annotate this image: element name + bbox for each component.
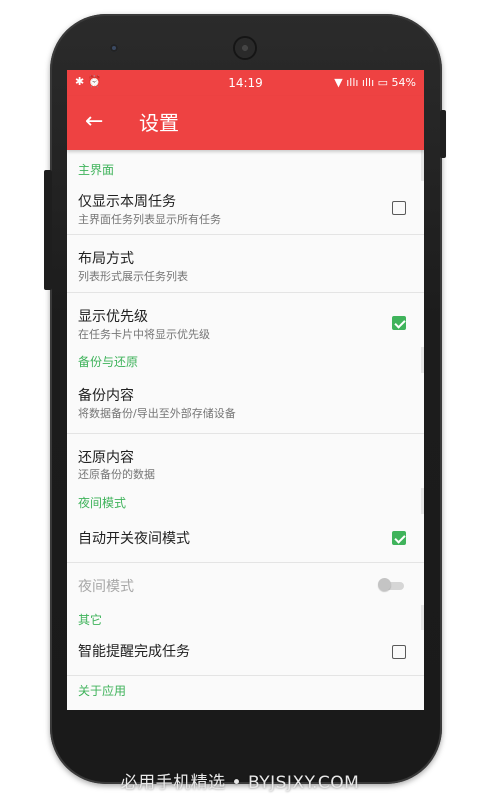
setting-title: 自动开关夜间模式 <box>78 531 190 547</box>
status-right: ▼ ıllı ıllı ▭ 54% <box>334 76 416 89</box>
signal-wifi-icons: ▼ ıllı ıllı ▭ <box>334 76 389 89</box>
screen: ✱ ⏰ 14:19 ▼ ıllı ıllı ▭ 54% ← 设置 主界面 仅显示… <box>67 70 424 710</box>
switch-knob <box>378 578 391 591</box>
setting-subtitle: 主界面任务列表显示所有任务 <box>78 213 221 226</box>
setting-smart-reminder[interactable]: 智能提醒完成任务 <box>67 631 424 676</box>
watermark-text: 必用手机精选 • BYJSJXY.COM <box>120 773 360 793</box>
setting-subtitle: 将数据备份/导出至外部存储设备 <box>78 407 236 420</box>
setting-night-mode: 夜间模式 <box>67 563 424 605</box>
power-button <box>440 110 446 158</box>
setting-title: 布局方式 <box>78 251 134 267</box>
setting-show-week-only[interactable]: 仅显示本周任务 主界面任务列表显示所有任务 <box>67 181 424 235</box>
checkbox-checked[interactable] <box>392 531 406 545</box>
setting-layout-mode[interactable]: 布局方式 列表形式展示任务列表 <box>67 235 424 293</box>
setting-title-disabled: 夜间模式 <box>78 579 134 595</box>
front-camera <box>110 44 118 52</box>
proximity-sensor <box>368 46 374 52</box>
status-bar: ✱ ⏰ 14:19 ▼ ıllı ıllı ▭ 54% <box>67 70 424 96</box>
setting-restore-content[interactable]: 还原内容 还原备份的数据 <box>67 434 424 488</box>
battery-percent: 54% <box>391 76 416 89</box>
back-arrow-icon[interactable]: ← <box>85 108 103 136</box>
section-header-main-ui: 主界面 <box>78 163 115 177</box>
earpiece-speaker <box>235 38 255 58</box>
setting-subtitle: 还原备份的数据 <box>78 468 155 481</box>
night-mode-switch <box>378 578 404 591</box>
setting-title: 智能提醒完成任务 <box>78 644 190 660</box>
setting-title: 还原内容 <box>78 450 134 466</box>
section-header-backup: 备份与还原 <box>78 355 139 369</box>
volume-button <box>44 170 52 290</box>
checkbox-checked[interactable] <box>392 316 406 330</box>
section-header-about: 关于应用 <box>78 684 127 698</box>
setting-title: 显示优先级 <box>78 309 148 325</box>
setting-title: 仅显示本周任务 <box>78 194 176 210</box>
setting-backup-content[interactable]: 备份内容 将数据备份/导出至外部存储设备 <box>67 373 424 434</box>
setting-subtitle: 在任务卡片中将显示优先级 <box>78 328 210 341</box>
app-toolbar: ← 设置 <box>67 96 424 150</box>
setting-subtitle: 列表形式展示任务列表 <box>78 270 188 283</box>
checkbox-unchecked[interactable] <box>392 645 406 659</box>
checkbox-unchecked[interactable] <box>392 201 406 215</box>
setting-auto-night-mode[interactable]: 自动开关夜间模式 <box>67 514 424 563</box>
section-header-other: 其它 <box>78 613 103 627</box>
setting-title: 备份内容 <box>78 388 134 404</box>
section-header-night: 夜间模式 <box>78 496 127 510</box>
setting-show-priority[interactable]: 显示优先级 在任务卡片中将显示优先级 <box>67 293 424 347</box>
page-title: 设置 <box>139 111 179 135</box>
light-sensor <box>382 46 388 52</box>
